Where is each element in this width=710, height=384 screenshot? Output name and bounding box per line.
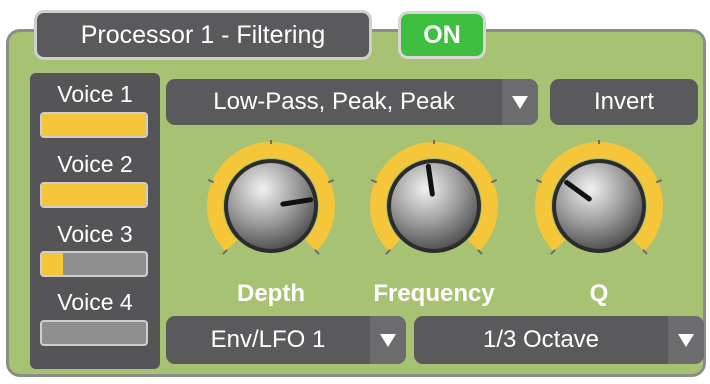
bandwidth-dropdown[interactable]: 1/3 Octave: [414, 316, 704, 364]
voice-4-meter: [40, 320, 148, 346]
voice-4-label: Voice 4: [57, 289, 133, 315]
knob-body: [556, 163, 642, 249]
invert-button[interactable]: Invert: [550, 79, 698, 125]
knob-body: [228, 163, 314, 249]
q-knob[interactable]: [527, 140, 671, 270]
voice-1-meter: [40, 112, 148, 138]
voice-meters-column: Voice 1 Voice 2 Voice 3 Voice 4: [30, 73, 160, 369]
chevron-down-icon: [370, 316, 406, 364]
modulation-source-value: Env/LFO 1: [210, 326, 326, 353]
depth-knob-label: Depth: [237, 280, 305, 307]
voice-1-label: Voice 1: [57, 81, 133, 107]
bandwidth-value: 1/3 Octave: [482, 326, 600, 353]
frequency-knob[interactable]: [362, 140, 506, 270]
voice-2-meter-fill: [42, 184, 146, 206]
knob-body: [391, 163, 477, 249]
modulation-source-dropdown[interactable]: Env/LFO 1: [166, 316, 406, 364]
filter-type-value: Low-Pass, Peak, Peak: [213, 88, 455, 115]
frequency-knob-label: Frequency: [373, 280, 495, 307]
voice-2-label: Voice 2: [57, 151, 133, 177]
depth-knob[interactable]: [199, 140, 343, 270]
processor-title-text: Processor 1 - Filtering: [80, 20, 326, 49]
voice-1-meter-fill: [42, 114, 146, 136]
chevron-down-icon: [502, 79, 538, 125]
voice-2-meter: [40, 182, 148, 208]
on-toggle-label: ON: [423, 20, 461, 49]
processor-title: Processor 1 - Filtering: [34, 10, 372, 60]
on-toggle-button[interactable]: ON: [398, 11, 486, 59]
voice-3-label: Voice 3: [57, 221, 133, 247]
filter-type-dropdown[interactable]: Low-Pass, Peak, Peak: [166, 79, 538, 125]
invert-button-label: Invert: [593, 88, 655, 115]
voice-3-meter: [40, 251, 148, 277]
voice-3-meter-fill: [42, 253, 63, 275]
q-knob-label: Q: [589, 280, 609, 307]
chevron-down-icon: [668, 316, 704, 364]
